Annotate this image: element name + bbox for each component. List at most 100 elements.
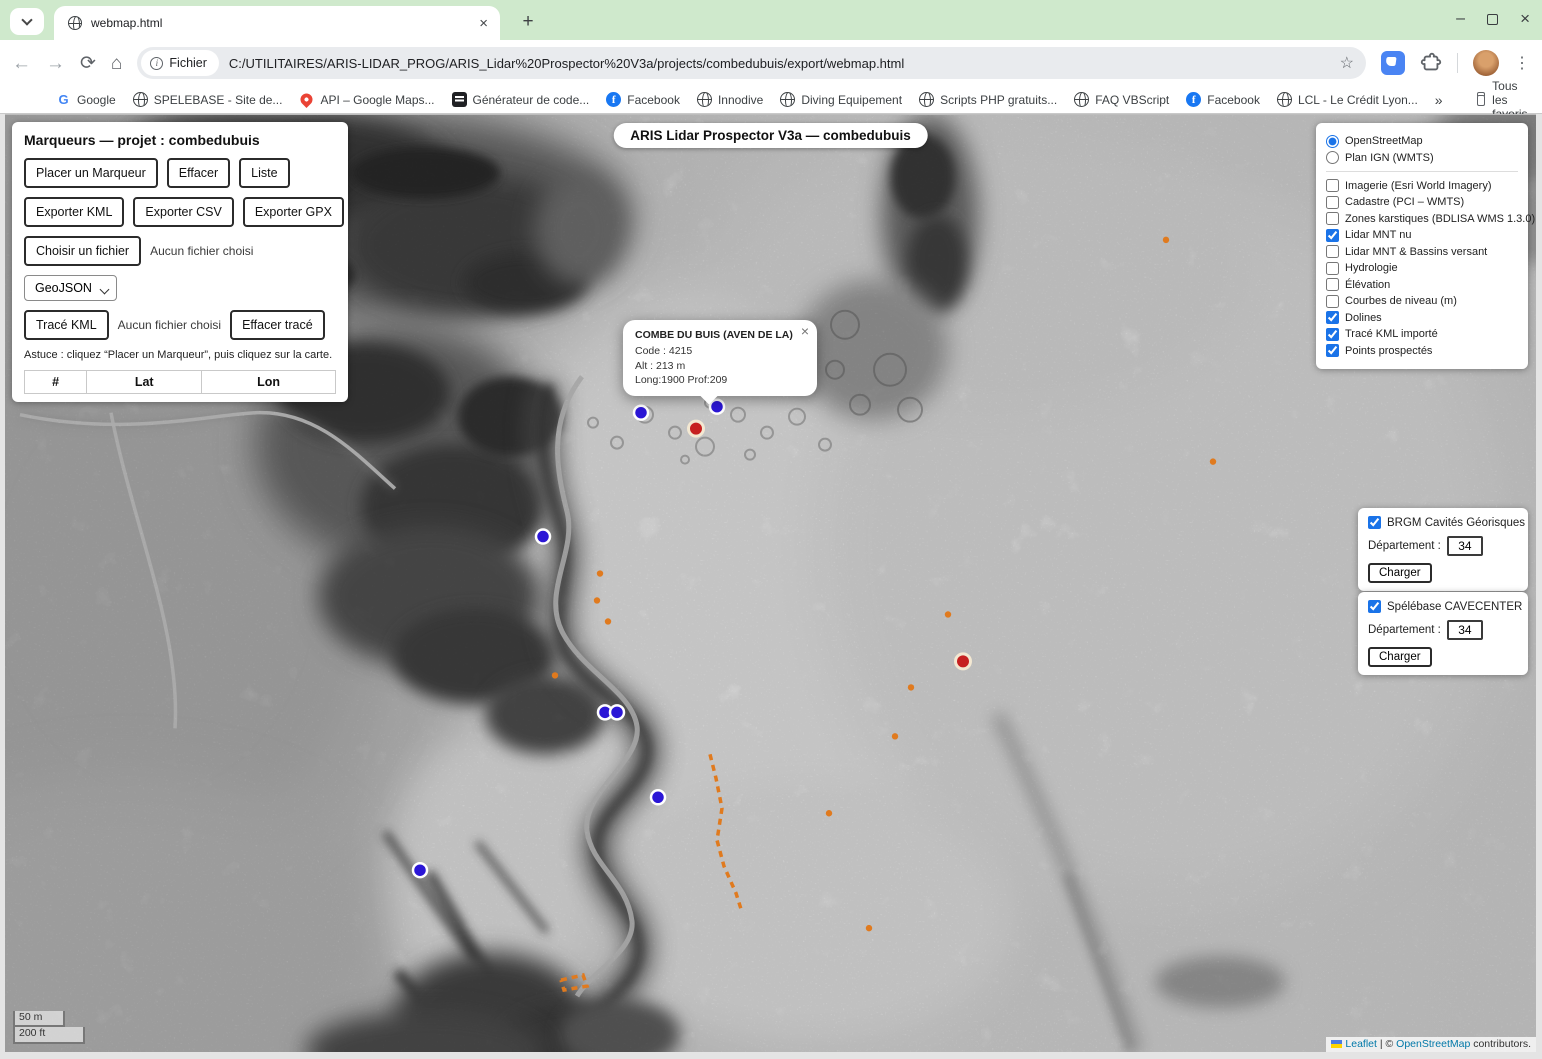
overlay-layer-checkbox[interactable] <box>1326 295 1339 308</box>
leaflet-map[interactable]: ARIS Lidar Prospector V3a — combedubuis … <box>5 114 1536 1052</box>
address-bar[interactable]: i Fichier C:/UTILITAIRES/ARIS-LIDAR_PROG… <box>137 47 1366 79</box>
layer-row[interactable]: Courbes de niveau (m) <box>1326 295 1518 308</box>
brgm-dept-input[interactable] <box>1447 536 1483 556</box>
layers-control-panel: OpenStreetMap Plan IGN (WMTS) Imagerie (… <box>1316 123 1528 369</box>
layer-row[interactable]: Lidar MNT nu <box>1326 229 1518 242</box>
bookmark-item[interactable]: Innodive <box>697 92 763 107</box>
place-marker-button[interactable]: Placer un Marqueur <box>24 158 158 188</box>
home-icon[interactable]: ⌂ <box>111 54 122 73</box>
spelebase-dept-input[interactable] <box>1447 620 1483 640</box>
spelebase-checkbox[interactable] <box>1368 600 1381 613</box>
profile-avatar[interactable] <box>1473 50 1499 76</box>
overlay-layer-checkbox[interactable] <box>1326 179 1339 192</box>
bookmark-item[interactable]: FAQ VBScript <box>1074 92 1169 107</box>
base-layer-radio[interactable] <box>1326 135 1339 148</box>
bookmarks-overflow-icon[interactable]: » <box>1435 92 1443 108</box>
cavite-marker[interactable] <box>945 611 951 617</box>
popup-close-icon[interactable]: × <box>801 324 809 338</box>
close-button[interactable]: × <box>1520 9 1530 29</box>
layer-row[interactable]: Points prospectés <box>1326 344 1518 357</box>
bookmark-item[interactable]: API – Google Maps... <box>299 92 434 107</box>
cavite-marker[interactable] <box>866 925 872 931</box>
overlay-layer-checkbox[interactable] <box>1326 262 1339 275</box>
popup-body: Code : 4215Alt : 213 mLong:1900 Prof:209 <box>635 344 805 388</box>
browser-menu-icon[interactable]: ⋮ <box>1514 53 1530 73</box>
bookmark-star-icon[interactable]: ☆ <box>1340 53 1354 73</box>
bookmark-item[interactable]: Scripts PHP gratuits... <box>919 92 1057 107</box>
doline-marker[interactable] <box>710 400 724 414</box>
overlay-layer-checkbox[interactable] <box>1326 245 1339 258</box>
layer-row[interactable]: Imagerie (Esri World Imagery) <box>1326 179 1518 192</box>
base-layer-radio[interactable] <box>1326 151 1339 164</box>
export-csv-button[interactable]: Exporter CSV <box>133 197 233 227</box>
overlay-layer-checkbox[interactable] <box>1326 344 1339 357</box>
brgm-load-button[interactable]: Charger <box>1368 563 1432 583</box>
url-text[interactable]: C:/UTILITAIRES/ARIS-LIDAR_PROG/ARIS_Lida… <box>229 56 1330 71</box>
layer-row[interactable]: Hydrologie <box>1326 262 1518 275</box>
bookmark-item[interactable]: LCL - Le Crédit Lyon... <box>1277 92 1418 107</box>
layer-row[interactable]: Tracé KML importé <box>1326 328 1518 341</box>
format-select[interactable]: GeoJSON <box>24 275 117 301</box>
cavite-marker[interactable] <box>892 733 898 739</box>
new-tab-button[interactable]: + <box>514 8 542 36</box>
export-kml-button[interactable]: Exporter KML <box>24 197 124 227</box>
bookmark-item[interactable]: f Facebook <box>606 92 680 107</box>
layer-row[interactable]: Lidar MNT & Bassins versant <box>1326 245 1518 258</box>
layer-row[interactable]: Élévation <box>1326 278 1518 291</box>
brgm-checkbox[interactable] <box>1368 516 1381 529</box>
forward-icon[interactable]: → <box>46 54 65 73</box>
cavite-marker[interactable] <box>908 684 914 690</box>
cavite-marker[interactable] <box>594 597 600 603</box>
overlay-layer-checkbox[interactable] <box>1326 229 1339 242</box>
overlay-layer-checkbox[interactable] <box>1326 196 1339 209</box>
list-button[interactable]: Liste <box>239 158 289 188</box>
layer-row[interactable]: Dolines <box>1326 311 1518 324</box>
overlay-layer-checkbox[interactable] <box>1326 278 1339 291</box>
bookmark-item[interactable]: f Facebook <box>1186 92 1260 107</box>
back-icon[interactable]: ← <box>12 54 31 73</box>
overlay-layer-checkbox[interactable] <box>1326 328 1339 341</box>
translate-icon[interactable] <box>1381 51 1405 75</box>
bookmark-item[interactable]: Diving Equipement <box>780 92 902 107</box>
base-layers-list: OpenStreetMap Plan IGN (WMTS) <box>1326 135 1518 165</box>
erase-trace-button[interactable]: Effacer tracé <box>230 310 325 340</box>
cavite-marker[interactable] <box>1163 237 1169 243</box>
osm-link[interactable]: OpenStreetMap <box>1396 1038 1470 1050</box>
leaflet-link[interactable]: Leaflet <box>1345 1038 1377 1050</box>
maximize-button[interactable] <box>1487 14 1498 25</box>
spelebase-load-button[interactable]: Charger <box>1368 647 1432 667</box>
doline-marker[interactable] <box>610 705 624 719</box>
overlay-layer-checkbox[interactable] <box>1326 311 1339 324</box>
doline-marker[interactable] <box>651 790 665 804</box>
google-icon: G <box>56 92 71 107</box>
layer-row[interactable]: Zones karstiques (BDLISA WMS 1.3.0) <box>1326 212 1518 225</box>
overlay-layer-checkbox[interactable] <box>1326 212 1339 225</box>
cavite-marker[interactable] <box>605 618 611 624</box>
layer-row[interactable]: Cadastre (PCI – WMTS) <box>1326 196 1518 209</box>
choose-file-button[interactable]: Choisir un fichier <box>24 236 141 266</box>
file-scheme-chip[interactable]: i Fichier <box>141 50 219 76</box>
cavite-marker[interactable] <box>552 672 558 678</box>
bookmark-item[interactable]: Générateur de code... <box>452 92 590 107</box>
reload-icon[interactable]: ⟳ <box>80 54 96 73</box>
cavite-marker[interactable] <box>597 570 603 576</box>
tab-search-button[interactable] <box>10 8 44 35</box>
erase-button[interactable]: Effacer <box>167 158 230 188</box>
doline-marker[interactable] <box>634 406 648 420</box>
prospect-marker[interactable] <box>689 421 704 436</box>
doline-marker[interactable] <box>413 863 427 877</box>
bookmark-item[interactable]: SPELEBASE - Site de... <box>133 92 283 107</box>
bookmark-item[interactable]: G Google <box>56 92 116 107</box>
cavite-marker[interactable] <box>826 810 832 816</box>
export-gpx-button[interactable]: Exporter GPX <box>243 197 344 227</box>
minimize-button[interactable]: – <box>1456 10 1465 28</box>
extensions-puzzle-icon[interactable] <box>1420 52 1442 74</box>
cavite-marker[interactable] <box>1210 458 1216 464</box>
tab-close-icon[interactable]: × <box>479 16 488 31</box>
browser-tab[interactable]: webmap.html × <box>54 6 500 40</box>
layer-row[interactable]: OpenStreetMap <box>1326 135 1518 148</box>
layer-row[interactable]: Plan IGN (WMTS) <box>1326 151 1518 164</box>
prospect-marker[interactable] <box>956 654 971 669</box>
doline-marker[interactable] <box>536 530 550 544</box>
trace-kml-button[interactable]: Tracé KML <box>24 310 109 340</box>
